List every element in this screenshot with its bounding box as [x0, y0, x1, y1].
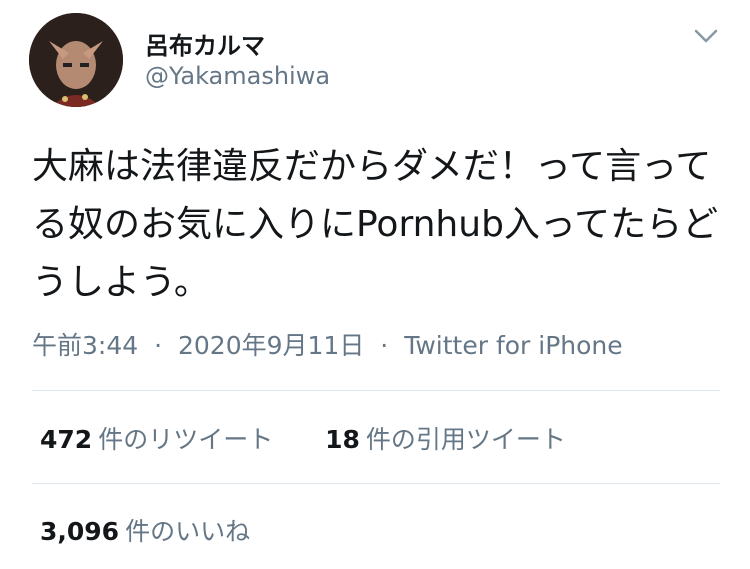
divider: [32, 390, 720, 391]
tweet-meta: 午前3:44 · 2020年9月11日 · Twitter for iPhone: [32, 326, 623, 362]
meta-separator: ·: [380, 331, 389, 360]
chevron-down-icon[interactable]: [690, 24, 722, 48]
retweets-count: 472: [40, 425, 93, 454]
quotes-count: 18: [325, 425, 360, 454]
tweet-text: 大麻は法律違反だからダメだ！って言ってる奴のお気に入りにPornhub入ってたら…: [32, 146, 719, 303]
meta-separator: ·: [154, 331, 163, 360]
user-avatar[interactable]: [29, 13, 123, 107]
likes-stat[interactable]: 3,096 件のいいね: [40, 512, 250, 548]
divider: [32, 483, 720, 484]
likes-label: 件のいいね: [125, 517, 251, 546]
retweets-label: 件のリツイート: [98, 425, 274, 454]
engagement-stats: 472 件のリツイート 18 件の引用ツイート: [40, 420, 566, 456]
display-name[interactable]: 呂布カルマ: [145, 26, 265, 61]
quotes-label: 件の引用ツイート: [365, 425, 566, 454]
tweet-source[interactable]: Twitter for iPhone: [404, 331, 622, 360]
user-handle[interactable]: @Yakamashiwa: [145, 62, 330, 90]
likes-count: 3,096: [40, 517, 120, 546]
quotes-stat[interactable]: 18 件の引用ツイート: [325, 425, 566, 454]
tweet-date[interactable]: 2020年9月11日: [178, 331, 364, 360]
retweets-stat[interactable]: 472 件のリツイート: [40, 425, 281, 454]
tweet-time[interactable]: 午前3:44: [32, 331, 138, 360]
